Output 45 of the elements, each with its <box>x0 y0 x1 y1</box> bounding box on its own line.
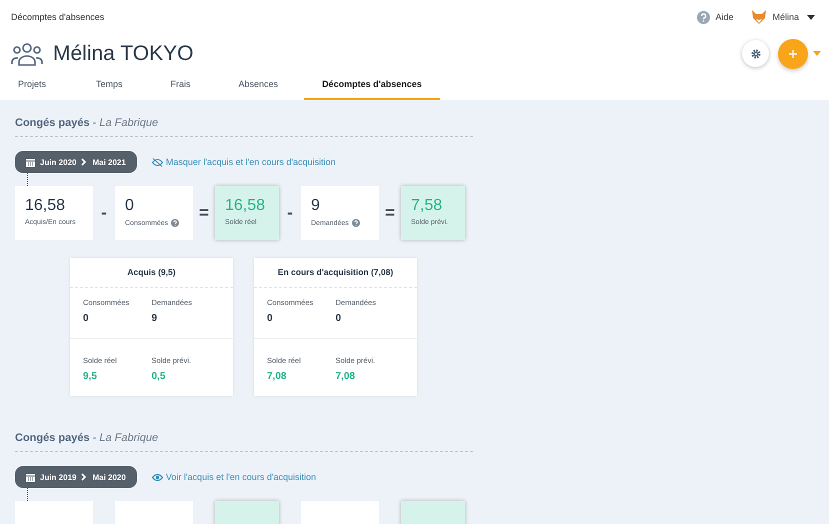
fox-avatar-icon <box>751 9 768 25</box>
tile-value: 16,58 <box>25 197 66 215</box>
tab[interactable]: Décomptes d'absences <box>304 70 440 100</box>
tile-value: 0 <box>125 197 135 215</box>
help-icon[interactable] <box>352 219 360 227</box>
plus-icon <box>789 50 797 58</box>
eye-icon <box>152 472 163 482</box>
operator: - <box>286 203 294 223</box>
help-icon <box>697 10 710 24</box>
help-icon[interactable] <box>171 219 180 227</box>
card-title: En cours d'acquisition (7,08) <box>254 258 417 288</box>
period-badge: Juin 2020 Mai 2021 <box>15 151 137 173</box>
stat-value: 0 <box>83 313 90 324</box>
stat-value: 0 <box>267 313 274 324</box>
tab[interactable]: Absences <box>220 70 296 100</box>
user-menu[interactable]: Mélina <box>751 9 815 25</box>
operator: = <box>384 203 396 223</box>
add-button[interactable] <box>778 38 808 68</box>
stat-value: 9 <box>152 313 158 324</box>
section-title: Congés payés - La Fabrique <box>15 432 473 452</box>
stat-value: 0 <box>336 313 342 324</box>
tile-value: 7,58 <box>411 197 444 215</box>
tab[interactable]: Temps <box>78 70 141 100</box>
stat-value: 7,08 <box>267 371 288 382</box>
section-title: Congés payés - La Fabrique <box>15 117 473 137</box>
users-icon <box>11 42 43 66</box>
stat-value: 0,5 <box>152 371 166 382</box>
operator: - <box>100 203 108 223</box>
card-title: Acquis (9,5) <box>70 258 233 288</box>
operator: = <box>198 203 210 223</box>
tab[interactable]: Frais <box>152 70 209 100</box>
page-title: Mélina TOKYO <box>53 42 194 66</box>
eye-slash-icon <box>152 158 163 166</box>
tile-value: 9 <box>311 197 321 215</box>
gear-icon <box>750 48 760 58</box>
caret-icon[interactable] <box>813 51 821 56</box>
caret-icon <box>807 14 815 20</box>
tab[interactable]: Projets <box>0 70 64 100</box>
period-badge: Juin 2019 Mai 2020 <box>15 466 137 488</box>
tile-value: 16,58 <box>225 197 266 215</box>
settings-button[interactable] <box>742 40 769 67</box>
stat-value: 7,08 <box>336 371 356 382</box>
breadcrumb: Décomptes d'absences <box>11 12 104 22</box>
stat-value: 9,5 <box>83 371 98 382</box>
help-link[interactable]: Aide <box>697 10 734 24</box>
